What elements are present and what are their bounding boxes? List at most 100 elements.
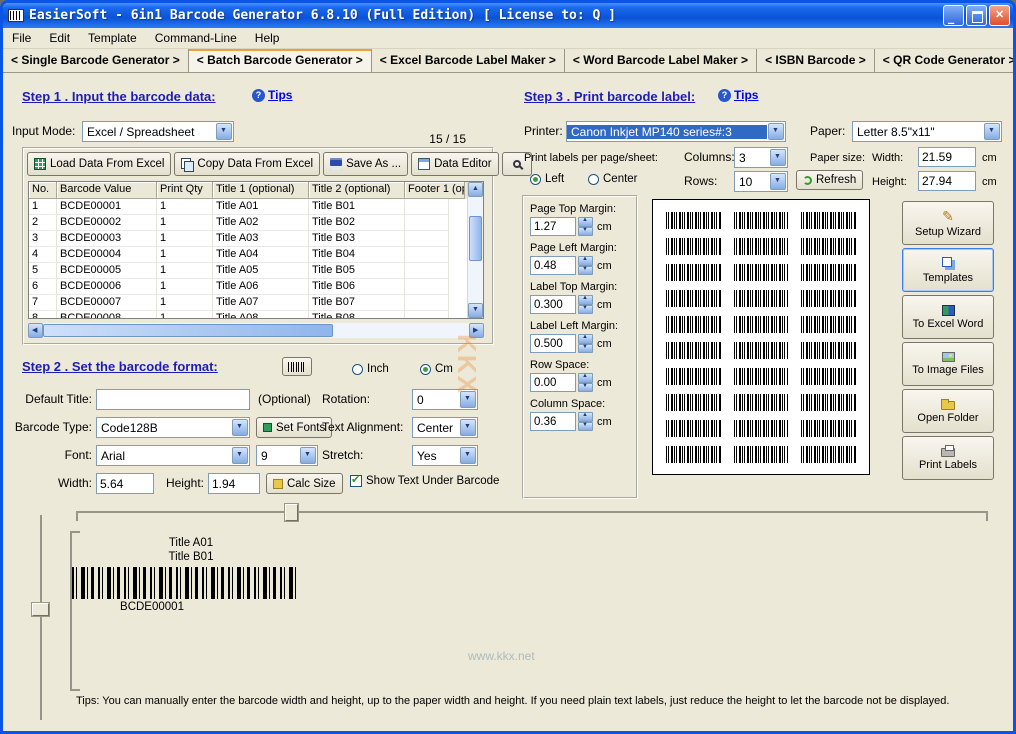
margin-spinner[interactable] (578, 295, 593, 314)
spinner-down-icon[interactable] (578, 383, 593, 393)
spinner-up-icon[interactable] (578, 256, 593, 266)
table-row[interactable]: 6 BCDE00006 1 Title A06 Title B06 (29, 279, 483, 295)
unit-inch-radio[interactable]: Inch (352, 363, 389, 375)
scroll-up-icon[interactable] (468, 182, 483, 197)
scroll-left-icon[interactable] (28, 323, 43, 338)
close-button[interactable] (989, 5, 1010, 26)
paper-select[interactable]: Letter 8.5"x11" (852, 121, 1002, 142)
stretch-select[interactable]: Yes (412, 445, 478, 466)
calc-size-button[interactable]: Calc Size (266, 473, 343, 494)
maximize-button[interactable] (966, 5, 987, 26)
font-size-select[interactable]: 9 (256, 445, 318, 466)
column-header[interactable]: Title 2 (optional) (309, 182, 405, 199)
table-vertical-scrollbar[interactable] (467, 182, 483, 318)
menu-item[interactable]: Help (246, 28, 289, 49)
templates-button[interactable]: Templates (902, 248, 994, 292)
margin-input[interactable] (530, 295, 576, 314)
chevron-down-icon[interactable] (770, 173, 786, 190)
refresh-button[interactable]: Refresh (796, 170, 863, 190)
chevron-down-icon[interactable] (232, 419, 248, 436)
menu-item[interactable]: Template (79, 28, 146, 49)
mode-tab[interactable]: < ISBN Barcode > (757, 49, 875, 72)
column-header[interactable]: No. (29, 182, 57, 199)
to-excel-word-button[interactable]: To Excel Word (902, 295, 994, 339)
height-slider-handle[interactable] (32, 603, 49, 616)
set-fonts-button[interactable]: Set Fonts (256, 417, 332, 438)
spinner-down-icon[interactable] (578, 266, 593, 276)
table-row[interactable]: 5 BCDE00005 1 Title A05 Title B05 (29, 263, 483, 279)
open-folder-button[interactable]: Open Folder (902, 389, 994, 433)
step1-tips-link[interactable]: Tips (252, 88, 292, 102)
menu-item[interactable]: Command-Line (146, 28, 246, 49)
unit-cm-radio[interactable]: Cm (420, 363, 453, 375)
chevron-down-icon[interactable] (460, 419, 476, 436)
load-data-from-excel-button[interactable]: Load Data From Excel (27, 152, 171, 176)
mode-tab[interactable]: < Excel Barcode Label Maker > (372, 49, 565, 72)
mode-tab[interactable]: < QR Code Generator > (875, 49, 1016, 72)
copy-data-from-excel-button[interactable]: Copy Data From Excel (174, 152, 320, 176)
text-alignment-select[interactable]: Center (412, 417, 478, 438)
spinner-up-icon[interactable] (578, 334, 593, 344)
table-row[interactable]: 4 BCDE00004 1 Title A04 Title B04 (29, 247, 483, 263)
spinner-up-icon[interactable] (578, 412, 593, 422)
columns-select[interactable]: 3 (734, 147, 788, 168)
rows-select[interactable]: 10 (734, 171, 788, 192)
align-center-radio[interactable]: Center (588, 173, 638, 185)
column-header[interactable]: Barcode Value (57, 182, 157, 199)
column-header[interactable]: Title 1 (optional) (213, 182, 309, 199)
printer-select[interactable]: Canon Inkjet MP140 series#:3 (566, 121, 786, 142)
to-image-files-button[interactable]: To Image Files (902, 342, 994, 386)
spinner-up-icon[interactable] (578, 373, 593, 383)
spinner-down-icon[interactable] (578, 422, 593, 432)
margin-input[interactable] (530, 334, 576, 353)
minimize-button[interactable] (943, 5, 964, 26)
setup-wizard-button[interactable]: Setup Wizard (902, 201, 994, 245)
chevron-down-icon[interactable] (768, 123, 784, 140)
table-row[interactable]: 7 BCDE00007 1 Title A07 Title B07 (29, 295, 483, 311)
menu-item[interactable]: File (3, 28, 40, 49)
margin-spinner[interactable] (578, 412, 593, 431)
scrollbar-thumb[interactable] (43, 324, 333, 337)
print-labels-button[interactable]: Print Labels (902, 436, 994, 480)
barcode-height-input[interactable] (208, 473, 260, 494)
margin-spinner[interactable] (578, 334, 593, 353)
table-row[interactable]: 1 BCDE00001 1 Title A01 Title B01 (29, 199, 483, 215)
scroll-down-icon[interactable] (468, 303, 483, 318)
paper-width-input[interactable] (918, 147, 976, 167)
data-editor-button[interactable]: Data Editor (411, 152, 499, 176)
margin-input[interactable] (530, 256, 576, 275)
chevron-down-icon[interactable] (984, 123, 1000, 140)
align-left-radio[interactable]: Left (530, 173, 564, 185)
paper-height-input[interactable] (918, 171, 976, 191)
mode-tab[interactable]: < Word Barcode Label Maker > (565, 49, 757, 72)
chevron-down-icon[interactable] (770, 149, 786, 166)
chevron-down-icon[interactable] (232, 447, 248, 464)
save-as-button[interactable]: Save As ... (323, 152, 408, 176)
spinner-down-icon[interactable] (578, 227, 593, 237)
input-mode-select[interactable]: Excel / Spreadsheet (82, 121, 234, 142)
table-row[interactable]: 2 BCDE00002 1 Title A02 Title B02 (29, 215, 483, 231)
spinner-down-icon[interactable] (578, 344, 593, 354)
barcode-width-input[interactable] (96, 473, 154, 494)
spinner-up-icon[interactable] (578, 295, 593, 305)
margin-input[interactable] (530, 217, 576, 236)
default-title-input[interactable] (96, 389, 250, 410)
chevron-down-icon[interactable] (300, 447, 316, 464)
show-text-checkbox[interactable]: Show Text Under Barcode (350, 475, 499, 487)
step3-tips-link[interactable]: Tips (718, 88, 758, 102)
column-header[interactable]: Print Qty (157, 182, 213, 199)
chevron-down-icon[interactable] (216, 123, 232, 140)
font-select[interactable]: Arial (96, 445, 250, 466)
spinner-up-icon[interactable] (578, 217, 593, 227)
margin-spinner[interactable] (578, 373, 593, 392)
column-header[interactable]: Footer 1 (opt (405, 182, 465, 199)
margin-input[interactable] (530, 373, 576, 392)
spinner-down-icon[interactable] (578, 305, 593, 315)
mode-tab[interactable]: < Batch Barcode Generator > (189, 49, 372, 72)
width-slider-handle[interactable] (285, 504, 298, 521)
mode-tab[interactable]: < Single Barcode Generator > (3, 49, 189, 72)
table-row[interactable]: 8 BCDE00008 1 Title A08 Title B08 (29, 311, 483, 319)
menu-item[interactable]: Edit (40, 28, 79, 49)
table-horizontal-scrollbar[interactable] (28, 323, 484, 338)
margin-input[interactable] (530, 412, 576, 431)
